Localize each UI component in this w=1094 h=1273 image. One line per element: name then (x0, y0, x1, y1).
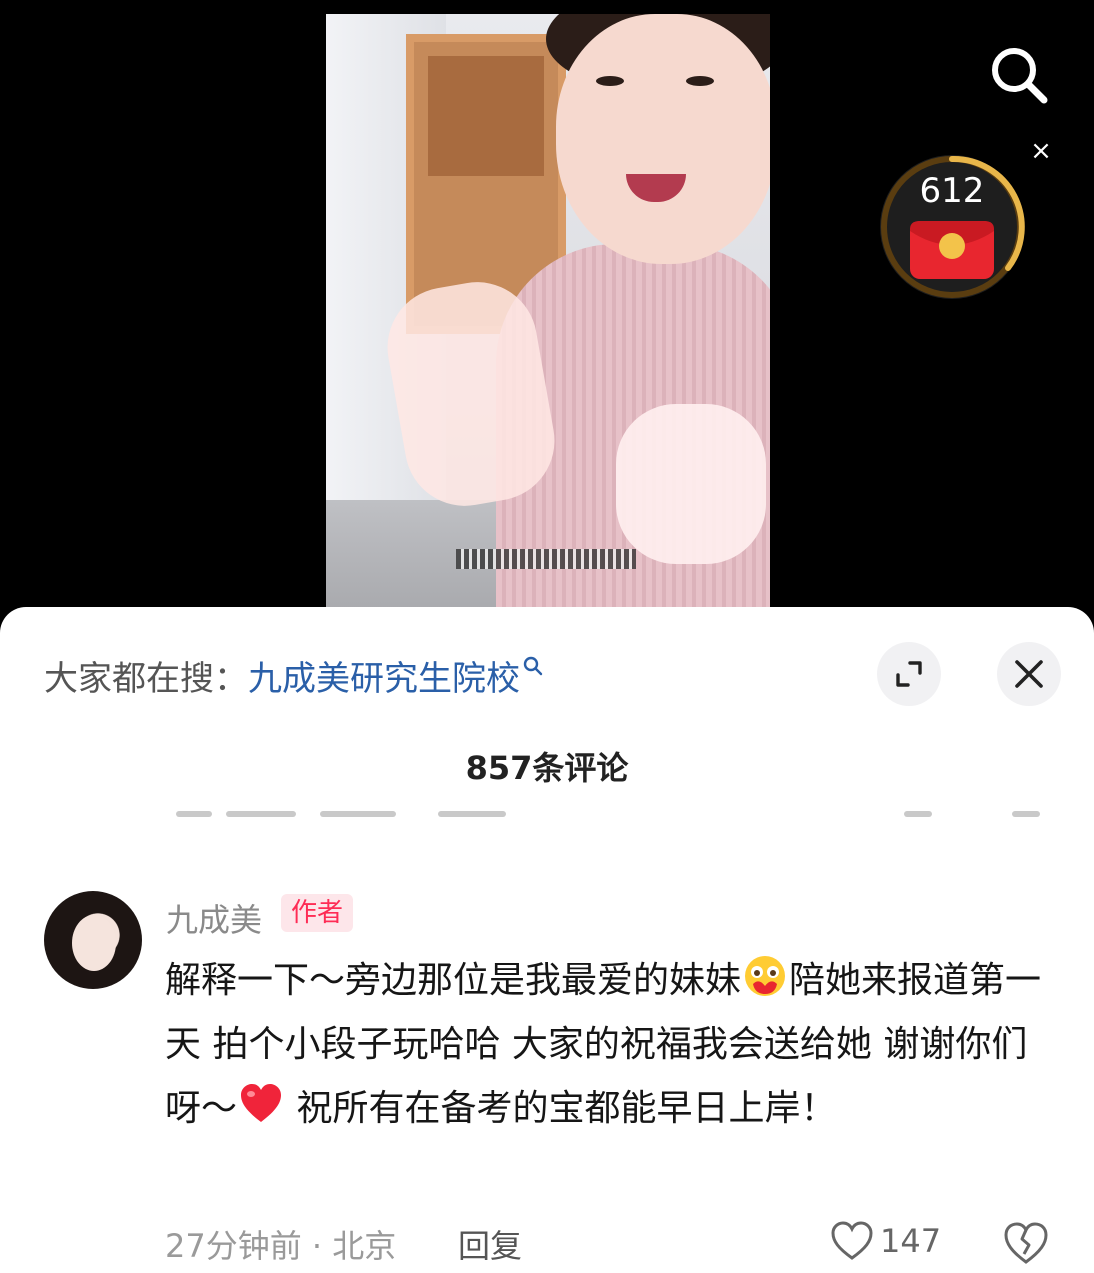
search-icon (992, 48, 1048, 104)
cutoff-previous-comment (170, 811, 1050, 831)
video-eye-left (596, 76, 624, 86)
video-area[interactable]: × 612 (0, 0, 1094, 610)
avatar[interactable] (44, 891, 142, 989)
video-eye-right (686, 76, 714, 86)
search-icon (523, 656, 543, 676)
video-hand-blur (616, 404, 766, 564)
red-packet-count: 612 (919, 171, 985, 211)
comment-count: 857条评论 (465, 749, 629, 787)
red-heart-emoji (241, 1084, 282, 1122)
close-icon[interactable]: × (1026, 136, 1056, 166)
author-badge: 作者 (281, 894, 354, 932)
comment-text-part-1: 解释一下～旁边那位是我最爱的妹妹 (165, 960, 742, 1001)
broken-heart-icon (1004, 1222, 1048, 1264)
heart-icon (831, 1221, 873, 1260)
search-button[interactable] (984, 40, 1054, 110)
comment-author[interactable]: 九成美 (166, 895, 262, 941)
like-count: 147 (880, 1222, 942, 1260)
comment-text: 解释一下～旁边那位是我最爱的妹妹 陪她来报道第一天 拍个小段子玩哈哈 大家的祝福… (165, 949, 1045, 1141)
comment-meta: 27分钟前 · 北京 (165, 1227, 397, 1265)
expand-icon (896, 661, 922, 687)
blush-emoji (745, 956, 786, 996)
reply-button[interactable]: 回复 (458, 1221, 522, 1267)
video-caption-censored (456, 549, 636, 569)
comment-sheet: 大家都在搜：九成美研究生院校 857条评论 九成美 作者 解释一下～旁边那位是我… (0, 607, 1094, 1273)
expand-button[interactable] (877, 642, 941, 706)
video-person-face (556, 14, 770, 264)
hot-search-bar[interactable]: 大家都在搜：九成美研究生院校 (44, 651, 544, 700)
close-comments-button[interactable] (997, 642, 1061, 706)
like-button[interactable]: 147 (830, 1217, 941, 1265)
hot-search-term[interactable]: 九成美研究生院校 (248, 659, 520, 699)
dislike-button[interactable] (1002, 1221, 1050, 1265)
red-packet-widget[interactable]: 612 (876, 151, 1028, 303)
hot-search-prefix: 大家都在搜： (44, 659, 248, 699)
comment-text-part-3: 祝所有在备考的宝都能早日上岸！ (285, 1088, 837, 1129)
video-frame[interactable] (326, 14, 770, 610)
close-icon (1015, 660, 1043, 688)
